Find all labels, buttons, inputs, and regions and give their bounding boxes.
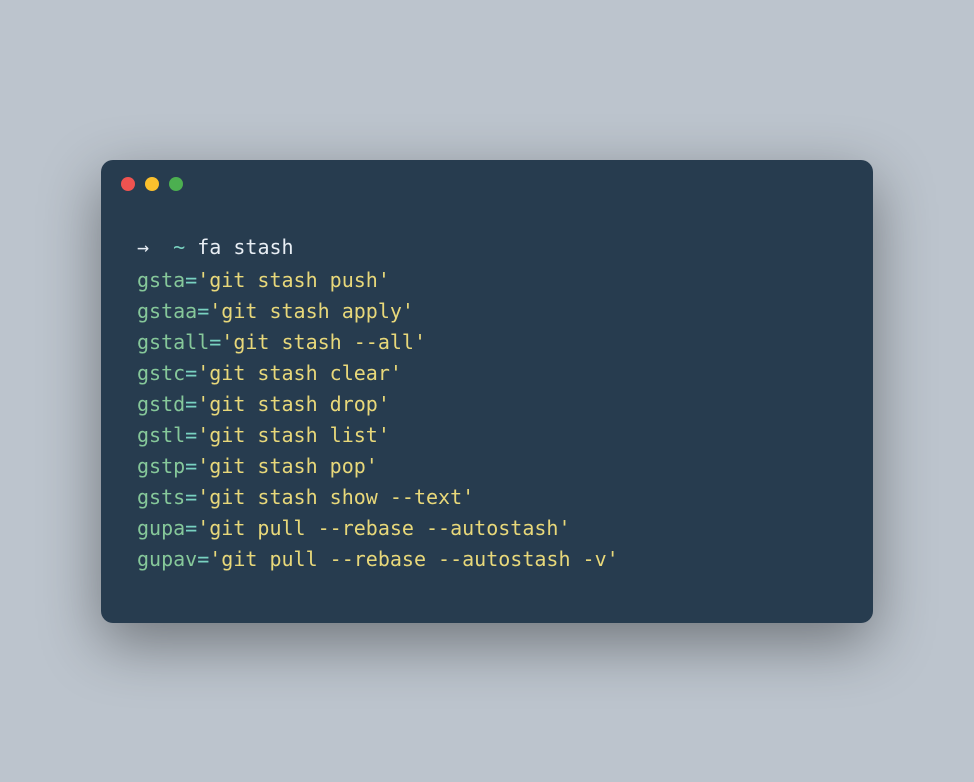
equals-sign: = xyxy=(197,547,209,571)
alias-value: 'git stash show --text' xyxy=(197,485,474,509)
equals-sign: = xyxy=(185,485,197,509)
alias-name: gstaa xyxy=(137,299,197,323)
alias-value: 'git stash clear' xyxy=(197,361,402,385)
equals-sign: = xyxy=(185,268,197,292)
maximize-icon[interactable] xyxy=(169,177,183,191)
equals-sign: = xyxy=(185,454,197,478)
prompt-path: ~ xyxy=(173,235,185,259)
alias-name: gupa xyxy=(137,516,185,540)
equals-sign: = xyxy=(185,392,197,416)
alias-value: 'git stash pop' xyxy=(197,454,378,478)
alias-line: gupav='git pull --rebase --autostash -v' xyxy=(137,544,837,575)
equals-sign: = xyxy=(185,516,197,540)
alias-line: gstaa='git stash apply' xyxy=(137,296,837,327)
prompt-command: fa stash xyxy=(197,235,293,259)
alias-name: gstp xyxy=(137,454,185,478)
alias-value: 'git stash push' xyxy=(197,268,390,292)
alias-line: gsts='git stash show --text' xyxy=(137,482,837,513)
terminal-window: → ~ fa stash gsta='git stash push'gstaa=… xyxy=(101,160,873,623)
prompt-arrow-icon: → xyxy=(137,235,149,259)
alias-value: 'git stash apply' xyxy=(209,299,414,323)
alias-name: gstall xyxy=(137,330,209,354)
alias-line: gsta='git stash push' xyxy=(137,265,837,296)
alias-name: gstd xyxy=(137,392,185,416)
alias-value: 'git pull --rebase --autostash' xyxy=(197,516,570,540)
alias-value: 'git stash list' xyxy=(197,423,390,447)
alias-line: gstd='git stash drop' xyxy=(137,389,837,420)
prompt-line: → ~ fa stash xyxy=(137,232,837,263)
alias-line: gupa='git pull --rebase --autostash' xyxy=(137,513,837,544)
equals-sign: = xyxy=(209,330,221,354)
titlebar xyxy=(101,160,873,208)
alias-value: 'git stash drop' xyxy=(197,392,390,416)
alias-name: gstl xyxy=(137,423,185,447)
alias-output: gsta='git stash push'gstaa='git stash ap… xyxy=(137,265,837,575)
alias-line: gstl='git stash list' xyxy=(137,420,837,451)
equals-sign: = xyxy=(185,423,197,447)
alias-line: gstall='git stash --all' xyxy=(137,327,837,358)
alias-name: gsts xyxy=(137,485,185,509)
alias-value: 'git stash --all' xyxy=(221,330,426,354)
alias-name: gupav xyxy=(137,547,197,571)
alias-name: gstc xyxy=(137,361,185,385)
alias-name: gsta xyxy=(137,268,185,292)
alias-line: gstc='git stash clear' xyxy=(137,358,837,389)
equals-sign: = xyxy=(197,299,209,323)
equals-sign: = xyxy=(185,361,197,385)
alias-line: gstp='git stash pop' xyxy=(137,451,837,482)
close-icon[interactable] xyxy=(121,177,135,191)
minimize-icon[interactable] xyxy=(145,177,159,191)
terminal-content[interactable]: → ~ fa stash gsta='git stash push'gstaa=… xyxy=(101,208,873,575)
alias-value: 'git pull --rebase --autostash -v' xyxy=(209,547,618,571)
